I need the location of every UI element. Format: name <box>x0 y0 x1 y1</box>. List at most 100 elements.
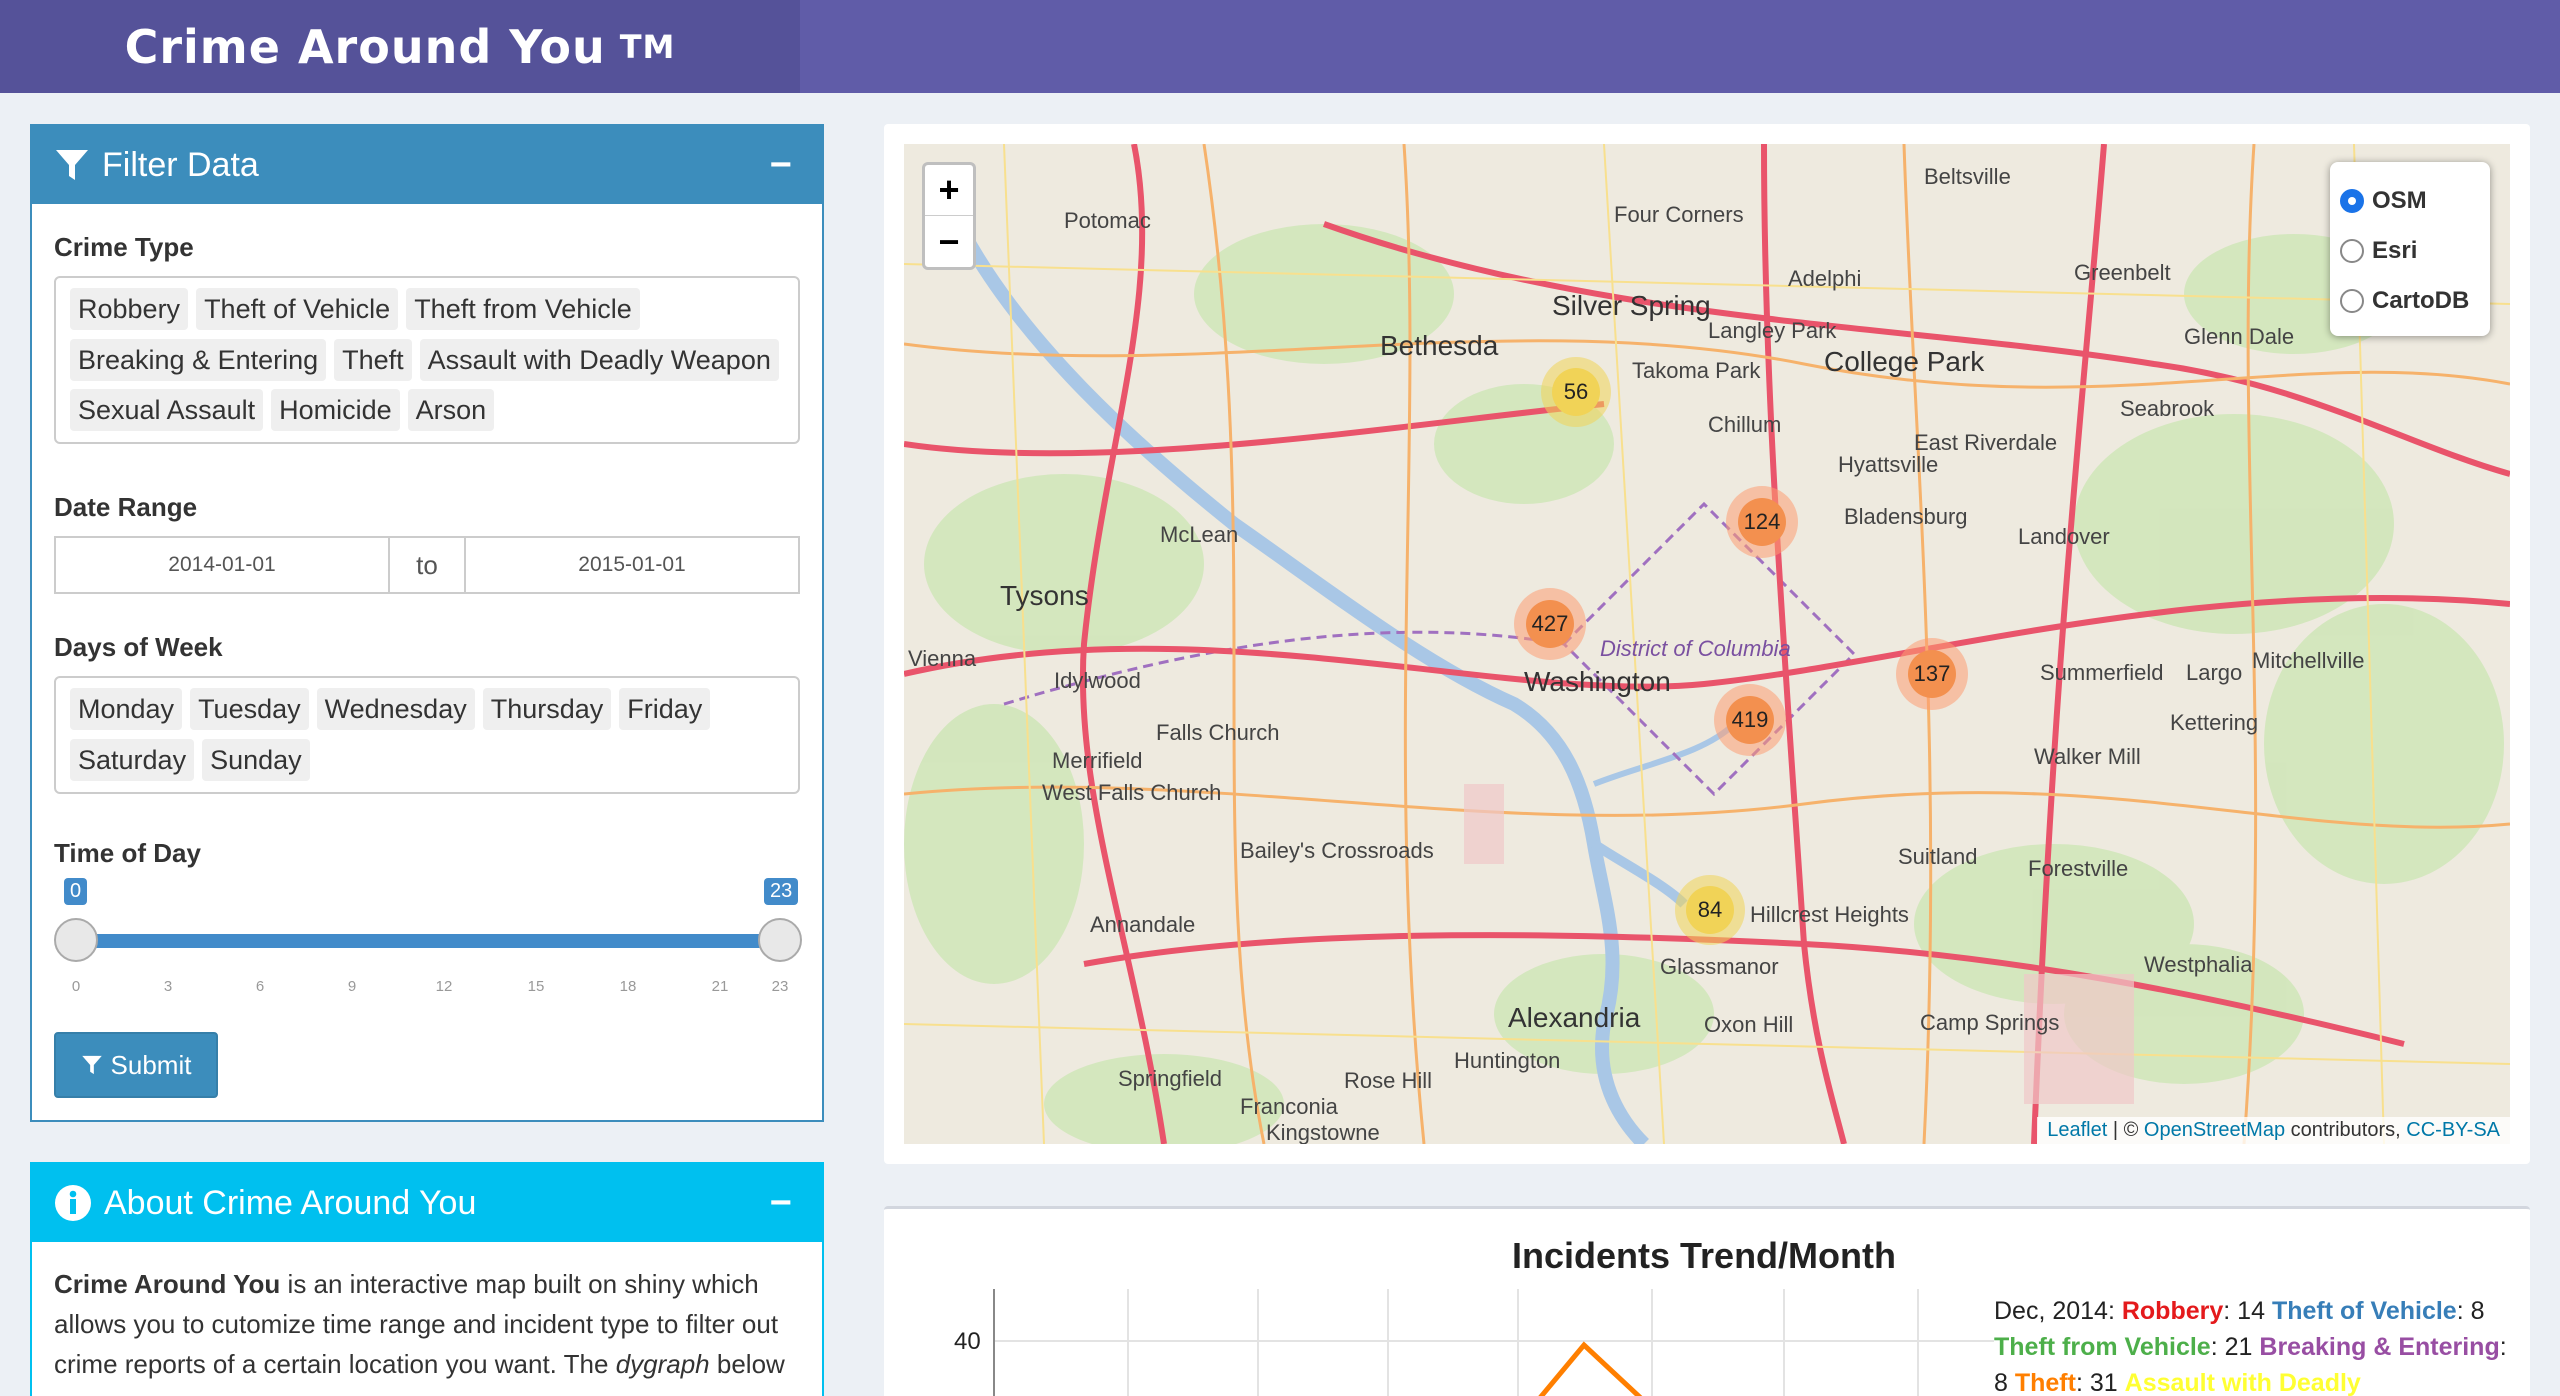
radio-selected-icon[interactable] <box>2340 189 2364 213</box>
trend-chart[interactable]: 40 <box>954 1289 1994 1396</box>
crime-type-select[interactable]: Robbery Theft of Vehicle Theft from Vehi… <box>54 276 800 444</box>
layer-option-osm[interactable]: OSM <box>2340 176 2480 226</box>
map-place-label: Silver Spring <box>1552 290 1711 321</box>
legend-series-value: 21 <box>2224 1333 2253 1361</box>
crime-type-tag[interactable]: Homicide <box>271 389 400 432</box>
filter-icon <box>81 1055 102 1075</box>
radio-icon[interactable] <box>2340 239 2364 263</box>
map-place-label: Beltsville <box>1924 164 2011 189</box>
legend-series-value: 31 <box>2089 1369 2118 1396</box>
time-of-day-label: Time of Day <box>54 838 201 868</box>
cluster-count: 419 <box>1726 696 1774 744</box>
map-place-label: Mitchellville <box>2252 648 2365 673</box>
crime-type-tag[interactable]: Robbery <box>70 288 189 330</box>
app-logo[interactable]: Crime Around You TM <box>0 0 800 93</box>
crime-type-tag[interactable]: Assault with Deadly Weapon <box>419 338 779 381</box>
map-place-label: Rose Hill <box>1344 1068 1433 1093</box>
crime-cluster-marker[interactable]: 56 <box>1541 357 1611 427</box>
map-place-label: Chillum <box>1708 412 1782 437</box>
slider-tick: 6 <box>255 978 265 995</box>
day-tag[interactable]: Friday <box>619 688 711 730</box>
map-place-label: Springfield <box>1118 1066 1222 1091</box>
slider-tick: 12 <box>435 978 453 995</box>
slider-tick: 21 <box>711 978 729 995</box>
layer-option-esri[interactable]: Esri <box>2340 226 2480 276</box>
map-attribution: Leaflet | © OpenStreetMap contributors, … <box>2037 1117 2510 1144</box>
day-tag[interactable]: Sunday <box>202 739 310 781</box>
slider-tick: 18 <box>619 978 637 995</box>
crime-type-tag[interactable]: Sexual Assault <box>70 389 264 432</box>
slider-tick: 15 <box>527 978 545 995</box>
map-place-label: Summerfield <box>2040 660 2164 685</box>
crime-type-label: Crime Type <box>54 232 194 262</box>
map-place-label: Largo <box>2186 660 2243 685</box>
map-place-label: West Falls Church <box>1042 780 1222 805</box>
day-tag[interactable]: Thursday <box>482 688 612 730</box>
day-tag[interactable]: Saturday <box>70 739 195 781</box>
legend-series-name: Breaking & Entering <box>2259 1333 2500 1361</box>
day-tag[interactable]: Wednesday <box>316 688 475 730</box>
map-place-label: Falls Church <box>1156 720 1280 745</box>
zoom-control: + − <box>922 162 976 270</box>
crime-cluster-marker[interactable]: 427 <box>1514 588 1586 660</box>
filter-collapse-button[interactable]: − <box>770 144 792 187</box>
crime-cluster-marker[interactable]: 137 <box>1896 638 1968 710</box>
theft-series-line <box>1538 1341 1643 1396</box>
crime-map[interactable]: Silver Spring Bethesda College Park Tako… <box>904 144 2510 1144</box>
map-place-label: McLean <box>1160 522 1239 547</box>
map-place-label: Oxon Hill <box>1704 1012 1794 1037</box>
chart-title: Incidents Trend/Month <box>1512 1235 1896 1276</box>
submit-button[interactable]: Submit <box>54 1032 218 1098</box>
date-start-input[interactable]: 2014-01-01 <box>56 538 388 592</box>
layer-option-cartodb[interactable]: CartoDB <box>2340 276 2480 326</box>
map-place-label: Vienna <box>908 646 977 671</box>
license-link[interactable]: CC-BY-SA <box>2406 1119 2500 1141</box>
crime-type-tag[interactable]: Theft from Vehicle <box>406 288 640 330</box>
about-collapse-button[interactable]: − <box>770 1182 792 1225</box>
crime-type-tag[interactable]: Arson <box>407 389 495 432</box>
legend-series-name: Robbery <box>2121 1297 2224 1325</box>
leaflet-link[interactable]: Leaflet <box>2047 1119 2107 1141</box>
layer-label: Esri <box>2372 237 2418 264</box>
zoom-out-button[interactable]: − <box>925 216 973 267</box>
time-of-day-slider[interactable]: 0 23 0 3 6 9 12 15 18 21 23 <box>54 878 802 998</box>
map-place-label: Annandale <box>1090 912 1196 937</box>
slider-max-value: 23 <box>764 878 799 905</box>
osm-link[interactable]: OpenStreetMap <box>2144 1119 2285 1141</box>
day-tag[interactable]: Tuesday <box>190 688 309 730</box>
crime-type-tag[interactable]: Theft of Vehicle <box>196 288 399 330</box>
map-place-label: Washington <box>1524 666 1671 697</box>
map-place-label: Westphalia <box>2144 952 2253 977</box>
map-place-label: Kingstowne <box>1266 1120 1380 1144</box>
slider-max-handle[interactable] <box>758 918 802 962</box>
map-place-label: Walker Mill <box>2034 744 2141 769</box>
crime-cluster-marker[interactable]: 84 <box>1675 875 1745 945</box>
legend-series-name: Theft of Vehicle <box>2271 1297 2457 1325</box>
cluster-count: 56 <box>1552 368 1600 416</box>
about-text-part-2: below <box>709 1349 785 1379</box>
map-place-label: Merrifield <box>1052 748 1143 773</box>
slider-track <box>74 934 780 948</box>
zoom-in-button[interactable]: + <box>925 165 973 216</box>
day-tag[interactable]: Monday <box>70 688 183 730</box>
about-description: Crime Around You is an interactive map b… <box>54 1264 814 1384</box>
crime-type-tag[interactable]: Breaking & Entering <box>70 338 327 381</box>
days-of-week-select[interactable]: Monday Tuesday Wednesday Thursday Friday… <box>54 676 800 794</box>
legend-series-value: 14 <box>2237 1297 2265 1325</box>
date-end-input[interactable]: 2015-01-01 <box>466 538 798 592</box>
crime-type-tag[interactable]: Theft <box>334 338 412 381</box>
map-place-label: Huntington <box>1454 1048 1561 1073</box>
about-panel-header: About Crime Around You − <box>32 1164 822 1242</box>
crime-cluster-marker[interactable]: 124 <box>1726 486 1798 558</box>
map-place-label: Seabrook <box>2120 396 2215 421</box>
radio-icon[interactable] <box>2340 289 2364 313</box>
chart-legend: Dec, 2014: Robbery: 14 Theft of Vehicle:… <box>1994 1297 2507 1396</box>
legend-series-name: Theft from Vehicle <box>1994 1333 2211 1361</box>
map-place-label: District of Columbia <box>1600 636 1791 661</box>
crime-cluster-marker[interactable]: 419 <box>1714 684 1786 756</box>
slider-min-handle[interactable] <box>54 918 98 962</box>
map-place-label: Camp Springs <box>1920 1010 2060 1035</box>
map-place-label: Potomac <box>1064 208 1151 233</box>
map-place-label: Forestville <box>2028 856 2129 881</box>
layer-label: CartoDB <box>2372 287 2470 314</box>
